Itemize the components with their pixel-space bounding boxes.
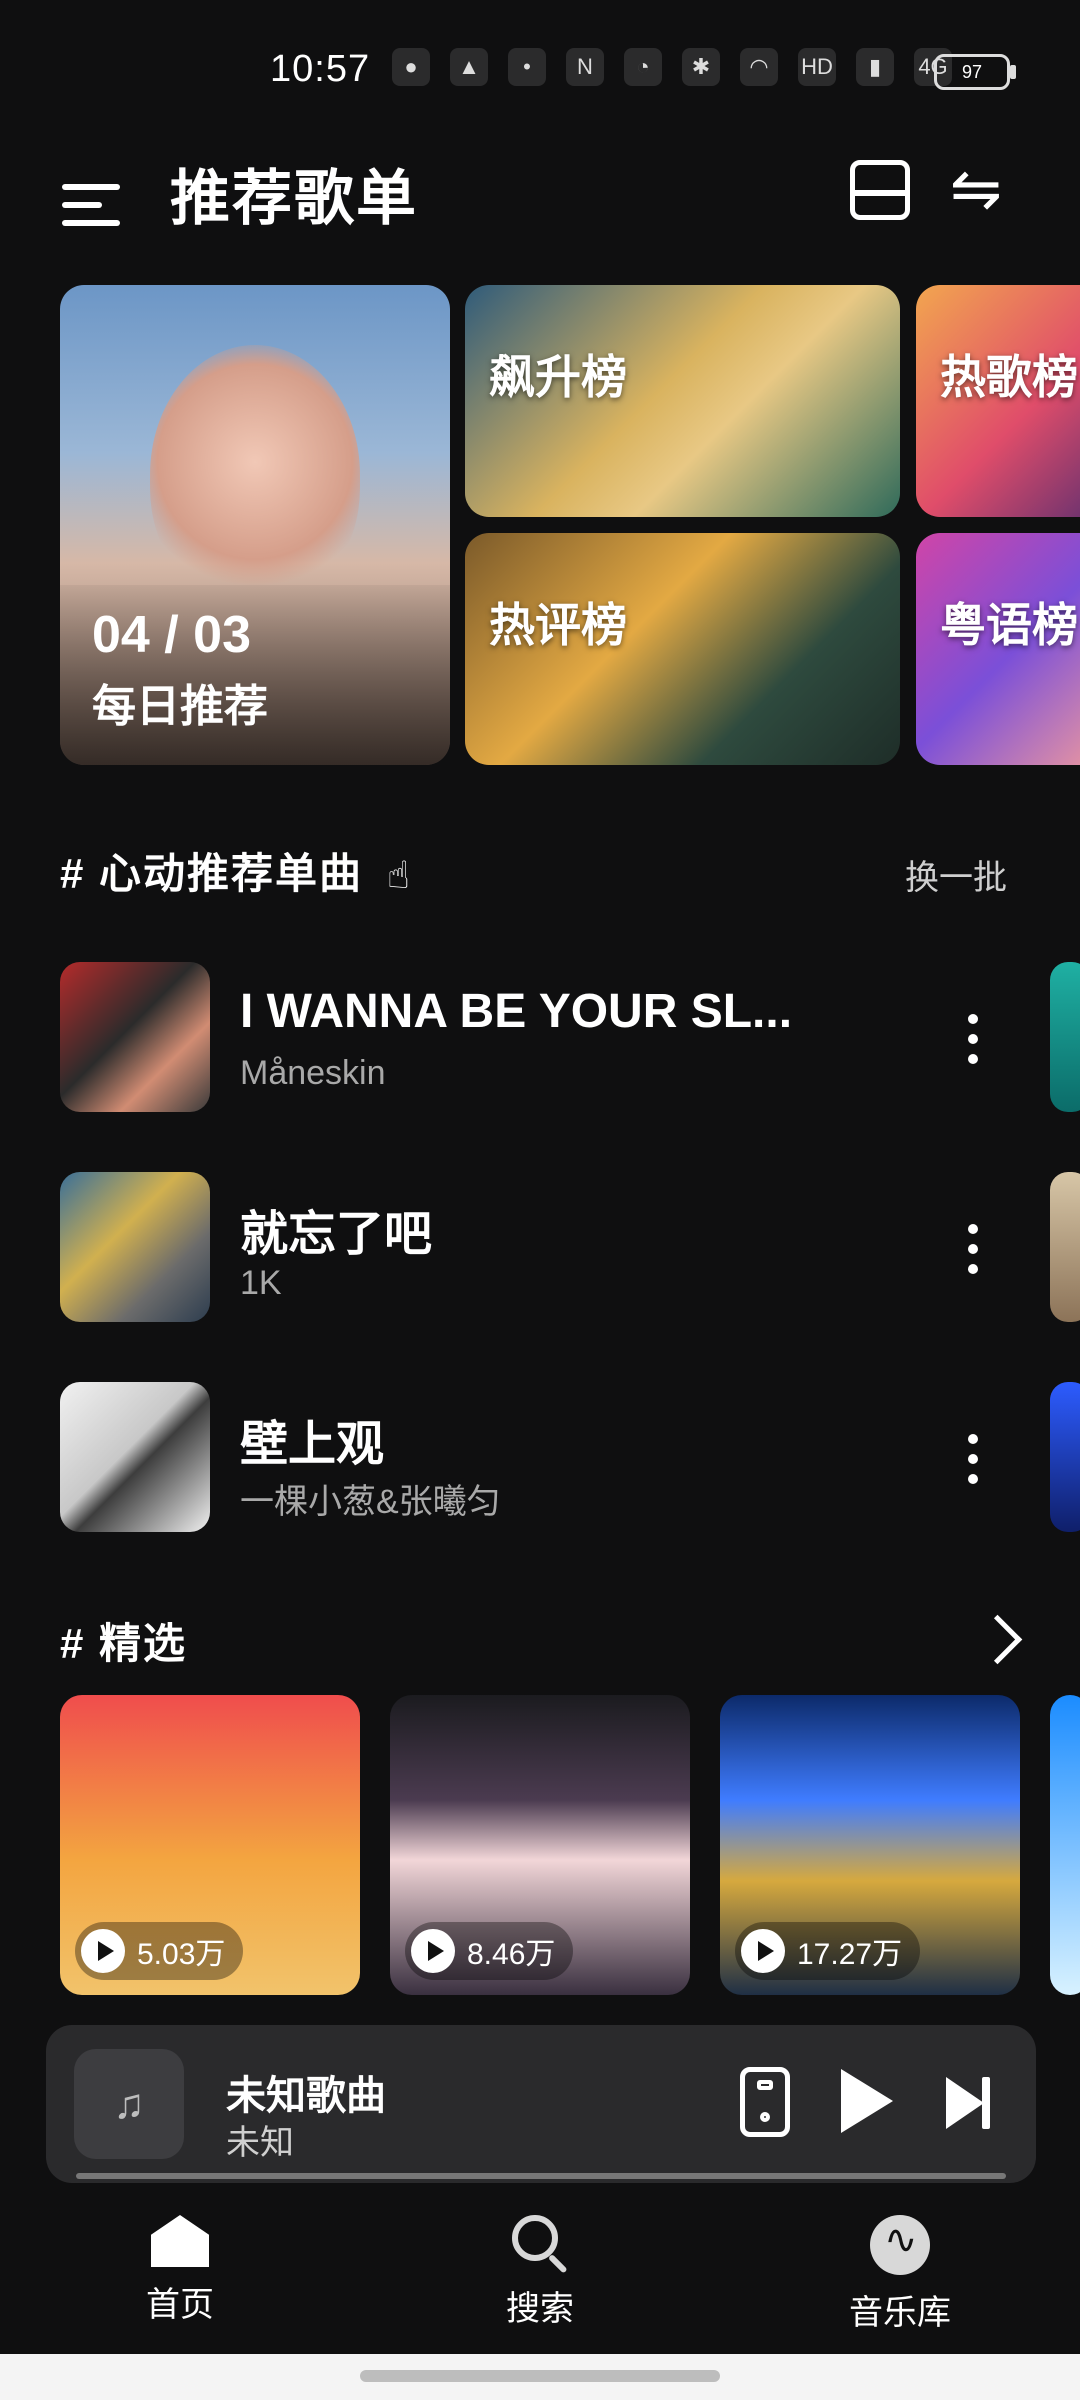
nav-search[interactable]: 搜索 <box>440 2215 640 2330</box>
progress-track[interactable] <box>76 2173 1006 2179</box>
song-row[interactable]: 壁上观 一棵小葱&张曦匀 <box>60 1382 1020 1532</box>
play-count-value: 5.03万 <box>137 1938 226 1971</box>
status-time: 10:57 <box>270 48 371 90</box>
menu-icon[interactable] <box>62 184 120 228</box>
song-artist: Måneskin <box>240 1054 386 1092</box>
daily-recommend-card[interactable]: 04 / 03 每日推荐 <box>60 285 450 765</box>
rank-label: 热歌榜 <box>940 351 1078 403</box>
mini-player-title: 未知歌曲 <box>226 2074 386 2118</box>
playlist-card[interactable]: 8.46万 <box>390 1695 690 1995</box>
song-title: I WANNA BE YOUR SL... <box>240 985 793 1038</box>
playlist-card-peek[interactable] <box>1050 1695 1080 1995</box>
playlist-card[interactable]: 5.03万 <box>60 1695 360 1995</box>
mini-player-artist: 未知 <box>226 2124 294 2162</box>
wechat-icon: ● <box>392 48 430 86</box>
song-title: 就忘了吧 <box>240 1208 433 1261</box>
dot-icon: • <box>508 48 546 86</box>
favorites-section-title: # 心动推荐单曲 ☝ <box>60 840 412 901</box>
nav-library[interactable]: 音乐库 <box>800 2215 1000 2334</box>
favorites-title-text: # 心动推荐单曲 <box>60 850 364 897</box>
rank-label: 热评榜 <box>489 599 627 651</box>
play-count: 17.27万 <box>735 1922 921 1980</box>
mini-player[interactable]: ♫ 未知歌曲 未知 <box>46 2025 1036 2183</box>
playlist-card[interactable]: 17.27万 <box>720 1695 1020 1995</box>
nav-label: 音乐库 <box>849 2294 951 2332</box>
device-icon[interactable] <box>740 2067 790 2137</box>
wifi-icon: ◠ <box>740 48 778 86</box>
play-count: 5.03万 <box>75 1922 244 1980</box>
picks-section-title: # 精选 <box>60 1620 188 1667</box>
song-cover <box>60 1172 210 1322</box>
nav-label: 首页 <box>146 2286 214 2324</box>
song-cover-peek[interactable] <box>1050 962 1080 1112</box>
status-bar: 10:57 ● ▲ • N ◔ ✱ ◠ HD ▮ 4G 97 <box>0 0 1080 140</box>
music-note-icon: ♫ <box>113 2080 145 2127</box>
bluetooth-icon: ✱ <box>682 48 720 86</box>
rank-card-hot-comments[interactable]: 热评榜 <box>465 533 900 765</box>
rank-label: 飙升榜 <box>489 351 627 403</box>
daily-date: 04 / 03 <box>92 606 252 664</box>
search-icon <box>512 2215 568 2271</box>
page-title: 推荐歌单 <box>170 165 418 232</box>
play-count: 8.46万 <box>405 1922 574 1980</box>
waveform-icon <box>870 2215 930 2275</box>
nfc-icon: N <box>566 48 604 86</box>
home-icon <box>151 2215 209 2267</box>
more-icon[interactable] <box>966 1224 980 1274</box>
switch-icon[interactable] <box>950 162 1020 218</box>
more-icon[interactable] <box>966 1014 980 1064</box>
scan-icon[interactable] <box>850 160 910 220</box>
song-title: 壁上观 <box>240 1418 385 1471</box>
song-row[interactable]: 就忘了吧 1K <box>60 1172 1020 1322</box>
app-bird-icon: ▲ <box>450 48 488 86</box>
next-button[interactable] <box>946 2077 990 2129</box>
play-count-value: 8.46万 <box>467 1938 556 1971</box>
status-icons: ● ▲ • N ◔ ✱ ◠ HD ▮ 4G <box>392 48 952 86</box>
more-icon[interactable] <box>966 1434 980 1484</box>
rank-label: 粤语榜 <box>940 599 1078 651</box>
chevron-right-icon[interactable] <box>972 1614 1023 1665</box>
hand-icon: ☝ <box>386 855 412 897</box>
nav-label: 搜索 <box>506 2290 574 2328</box>
gesture-handle[interactable] <box>360 2370 720 2382</box>
rank-card-soaring[interactable]: 飙升榜 <box>465 285 900 517</box>
play-icon <box>411 1929 455 1973</box>
rank-card-hot-songs[interactable]: 热歌榜 <box>916 285 1080 517</box>
song-cover-peek[interactable] <box>1050 1172 1080 1322</box>
daily-label: 每日推荐 <box>92 682 268 731</box>
play-icon <box>741 1929 785 1973</box>
bottom-nav: 首页 搜索 音乐库 <box>0 2190 1080 2360</box>
nav-home[interactable]: 首页 <box>80 2215 280 2326</box>
alarm-icon: ◔ <box>624 48 662 86</box>
song-artist: 1K <box>240 1264 282 1302</box>
battery-indicator: 97 <box>934 54 1016 90</box>
song-artist: 一棵小葱&张曦匀 <box>240 1483 501 1521</box>
header: 推荐歌单 <box>0 140 1080 260</box>
rank-card-cantonese[interactable]: 粤语榜 <box>916 533 1080 765</box>
refresh-batch-button[interactable]: 换一批 <box>905 850 1007 899</box>
play-count-value: 17.27万 <box>797 1938 903 1971</box>
play-button[interactable] <box>841 2069 893 2133</box>
hd-icon: HD <box>798 48 836 86</box>
song-cover <box>60 1382 210 1532</box>
play-icon <box>81 1929 125 1973</box>
signal-icon: ▮ <box>856 48 894 86</box>
song-cover <box>60 962 210 1112</box>
song-row[interactable]: I WANNA BE YOUR SL... Måneskin <box>60 962 1020 1112</box>
mini-player-cover: ♫ <box>74 2049 184 2159</box>
song-cover-peek[interactable] <box>1050 1382 1080 1532</box>
gesture-bar <box>0 2354 1080 2400</box>
battery-level: 97 <box>961 61 983 82</box>
